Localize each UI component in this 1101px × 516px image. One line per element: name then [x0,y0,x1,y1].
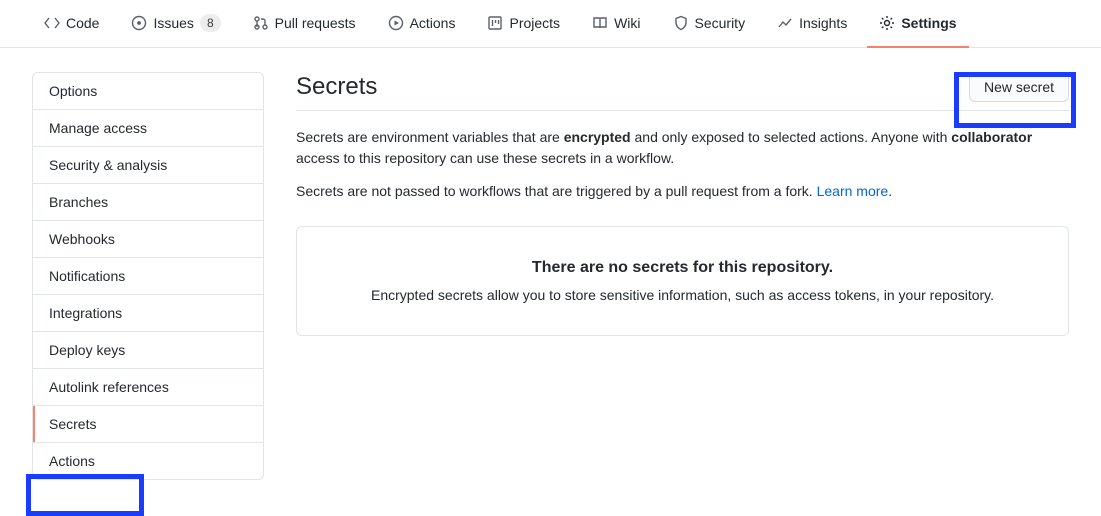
new-secret-button[interactable]: New secret [969,72,1069,102]
issues-count: 8 [200,14,221,32]
sidebar-item-secrets[interactable]: Secrets [33,406,263,443]
sidebar-item-label: Branches [49,194,108,210]
tab-insights[interactable]: Insights [765,0,859,48]
pull-request-icon [253,15,269,31]
tab-label: Pull requests [275,15,356,31]
sidebar-item-options[interactable]: Options [33,73,263,110]
tab-label: Insights [799,15,847,31]
settings-sidebar: Options Manage access Security & analysi… [32,72,264,480]
tab-label: Actions [410,15,456,31]
sidebar-item-label: Webhooks [49,231,115,247]
tab-label: Code [66,15,99,31]
sidebar-item-actions[interactable]: Actions [33,443,263,479]
sidebar-item-security-analysis[interactable]: Security & analysis [33,147,263,184]
sidebar-item-label: Autolink references [49,379,169,395]
page-title: Secrets [296,73,377,101]
tab-settings[interactable]: Settings [867,0,968,48]
description-1: Secrets are environment variables that a… [296,127,1069,169]
learn-more-link[interactable]: Learn more [817,183,889,199]
sidebar-item-label: Deploy keys [49,342,125,358]
sidebar-item-label: Security & analysis [49,157,167,173]
empty-state: There are no secrets for this repository… [296,226,1069,336]
tab-security[interactable]: Security [661,0,758,48]
tab-label: Settings [901,15,956,31]
tab-code[interactable]: Code [32,0,111,48]
empty-subtitle: Encrypted secrets allow you to store sen… [321,287,1044,303]
sidebar-item-label: Manage access [49,120,147,136]
issue-icon [131,15,147,31]
sidebar-item-notifications[interactable]: Notifications [33,258,263,295]
project-icon [487,15,503,31]
sidebar-item-label: Options [49,83,97,99]
shield-icon [673,15,689,31]
code-icon [44,15,60,31]
sidebar-item-label: Secrets [49,416,96,432]
tab-label: Wiki [614,15,640,31]
book-icon [592,15,608,31]
tab-projects[interactable]: Projects [475,0,572,48]
sidebar-item-webhooks[interactable]: Webhooks [33,221,263,258]
tab-pull-requests[interactable]: Pull requests [241,0,368,48]
gear-icon [879,15,895,31]
sidebar-item-label: Actions [49,453,95,469]
sidebar-item-label: Notifications [49,268,125,284]
main-content: Secrets New secret Secrets are environme… [296,72,1069,480]
sidebar-item-deploy-keys[interactable]: Deploy keys [33,332,263,369]
sidebar-item-branches[interactable]: Branches [33,184,263,221]
empty-title: There are no secrets for this repository… [321,259,1044,277]
tab-wiki[interactable]: Wiki [580,0,652,48]
tab-label: Projects [509,15,560,31]
graph-icon [777,15,793,31]
tab-label: Security [695,15,746,31]
tab-issues[interactable]: Issues 8 [119,0,232,48]
tab-label: Issues [153,15,193,31]
tab-actions[interactable]: Actions [376,0,468,48]
sidebar-item-integrations[interactable]: Integrations [33,295,263,332]
sidebar-item-manage-access[interactable]: Manage access [33,110,263,147]
sidebar-item-label: Integrations [49,305,122,321]
description-2: Secrets are not passed to workflows that… [296,181,1069,202]
sidebar-item-autolink-references[interactable]: Autolink references [33,369,263,406]
repo-tabs: Code Issues 8 Pull requests Actions Proj… [0,0,1101,48]
play-icon [388,15,404,31]
